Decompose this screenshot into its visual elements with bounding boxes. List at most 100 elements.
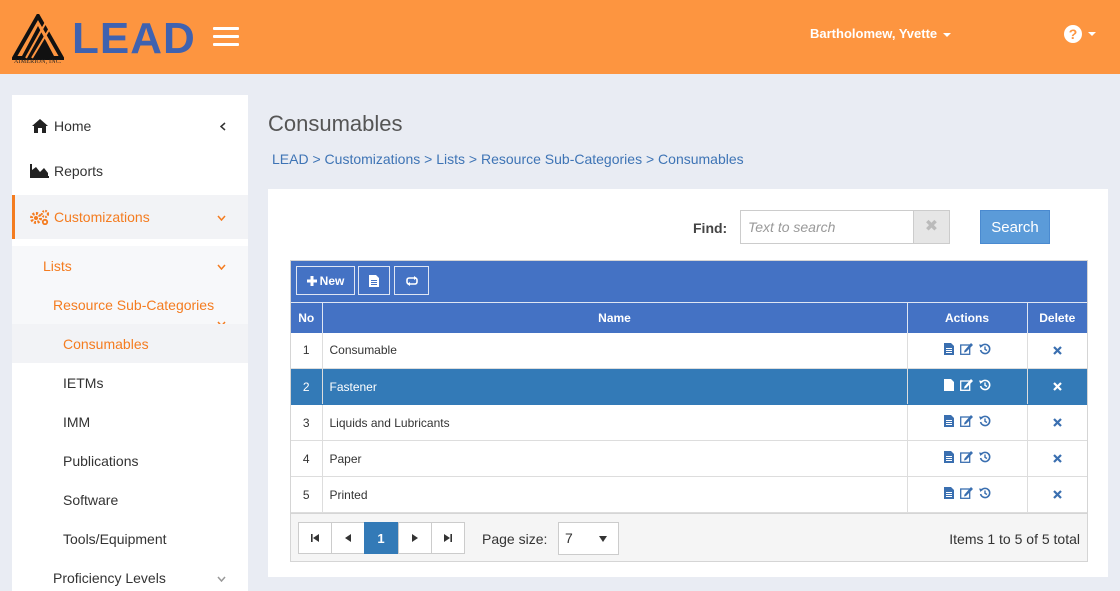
refresh-button[interactable] <box>394 266 429 295</box>
caret-down-icon <box>943 32 952 37</box>
menu-toggle-icon[interactable] <box>213 27 239 47</box>
delete-icon[interactable] <box>1052 344 1062 358</box>
next-page-button[interactable] <box>398 522 432 554</box>
sidebar-item-resource-sub-categories[interactable]: Resource Sub-Categories <box>12 285 248 327</box>
export-button[interactable] <box>358 266 390 295</box>
delete-icon[interactable] <box>1052 488 1062 502</box>
sidebar-item-label: IMM <box>63 413 91 430</box>
row-delete <box>1027 368 1087 405</box>
breadcrumb-link-lists[interactable]: Lists <box>436 151 465 167</box>
page-size-value: 7 <box>565 530 573 546</box>
history-icon[interactable] <box>978 415 991 430</box>
sidebar-item-label: Publications <box>63 452 139 469</box>
sidebar-item-ietms[interactable]: IETMs <box>12 363 248 402</box>
sidebar-item-software[interactable]: Software <box>12 480 248 519</box>
app-logo[interactable]: AIMERION, INC. LEAD <box>12 14 196 68</box>
page-size-select[interactable]: 7 <box>558 522 619 555</box>
last-page-button[interactable] <box>431 522 465 554</box>
edit-icon[interactable] <box>959 342 973 358</box>
sidebar-item-lists[interactable]: Lists <box>12 246 248 285</box>
table-row[interactable]: 4 Paper <box>291 440 1087 477</box>
row-delete <box>1027 476 1087 513</box>
new-button[interactable]: New <box>296 266 355 295</box>
table-row[interactable]: 3 Liquids and Lubricants <box>291 404 1087 441</box>
row-number: 2 <box>291 368 323 405</box>
breadcrumb-link-customizations[interactable]: Customizations <box>325 151 421 167</box>
edit-icon[interactable] <box>959 487 973 502</box>
breadcrumb-separator: > <box>420 151 437 167</box>
area-chart-icon <box>30 164 50 178</box>
help-menu[interactable]: ? <box>1064 25 1096 43</box>
row-delete <box>1027 440 1087 477</box>
view-details-icon[interactable] <box>943 342 954 358</box>
delete-icon[interactable] <box>1052 452 1062 466</box>
next-page-icon <box>412 534 418 542</box>
prev-page-icon <box>345 534 351 542</box>
first-page-button[interactable] <box>298 522 332 554</box>
breadcrumb-separator: > <box>308 151 325 167</box>
user-menu[interactable]: Bartholomew, Yvette <box>810 26 952 41</box>
page-number-button[interactable]: 1 <box>364 522 398 554</box>
breadcrumb-current[interactable]: Consumables <box>658 151 744 167</box>
first-page-icon <box>311 534 319 542</box>
column-header-no[interactable]: No <box>291 302 323 333</box>
find-label: Find: <box>693 220 728 236</box>
logo-company-name: AIMERION, INC. <box>14 59 62 65</box>
row-actions <box>907 404 1028 441</box>
column-header-name[interactable]: Name <box>322 302 908 333</box>
home-icon <box>30 119 50 133</box>
grid-pager: 1 Page size: 7 Items 1 to 5 of 5 total <box>291 513 1087 561</box>
question-circle-icon: ? <box>1064 25 1082 43</box>
page-size-label: Page size: <box>482 531 548 547</box>
view-details-icon[interactable] <box>943 415 954 430</box>
breadcrumb-link-lead[interactable]: LEAD <box>272 151 309 167</box>
sidebar-item-label: Reports <box>54 163 104 179</box>
sidebar-item-publications[interactable]: Publications <box>12 441 248 480</box>
logo-wordmark: LEAD <box>72 14 196 63</box>
history-icon[interactable] <box>978 487 991 502</box>
caret-down-icon <box>1088 32 1096 36</box>
chevron-left-icon <box>220 122 226 131</box>
row-number: 1 <box>291 332 323 369</box>
sidebar-item-imm[interactable]: IMM <box>12 402 248 441</box>
breadcrumb-link-resource-sub-categories[interactable]: Resource Sub-Categories <box>481 151 642 167</box>
column-header-delete: Delete <box>1027 302 1087 333</box>
search-input[interactable] <box>740 210 914 244</box>
row-actions <box>907 368 1028 405</box>
row-actions <box>907 440 1028 477</box>
row-delete <box>1027 332 1087 369</box>
pager-info: Items 1 to 5 of 5 total <box>949 531 1080 547</box>
sidebar-item-proficiency-levels[interactable]: Proficiency Levels <box>12 558 248 591</box>
view-details-icon[interactable] <box>943 379 954 394</box>
sidebar-item-reports[interactable]: Reports <box>12 149 248 193</box>
edit-icon[interactable] <box>959 451 973 466</box>
table-row[interactable]: 5 Printed <box>291 476 1087 513</box>
prev-page-button[interactable] <box>331 522 365 554</box>
view-details-icon[interactable] <box>943 451 954 466</box>
search-button[interactable]: Search <box>980 210 1050 244</box>
delete-icon[interactable] <box>1052 380 1062 394</box>
history-icon[interactable] <box>978 451 991 466</box>
column-header-actions: Actions <box>907 302 1028 333</box>
chevron-down-icon <box>217 215 226 221</box>
sidebar-item-label: Proficiency Levels <box>53 569 166 586</box>
sidebar-item-home[interactable]: Home <box>12 104 248 148</box>
breadcrumb-separator: > <box>642 151 659 167</box>
view-details-icon[interactable] <box>943 487 954 502</box>
edit-icon[interactable] <box>959 379 973 394</box>
sidebar-item-consumables[interactable]: Consumables <box>12 324 248 363</box>
top-header: AIMERION, INC. LEAD Bartholomew, Yvette … <box>0 0 1120 74</box>
clear-search-button[interactable]: ✖ <box>913 210 950 244</box>
table-row[interactable]: 1 Consumable <box>291 332 1087 369</box>
refresh-icon <box>405 275 418 286</box>
sidebar-item-label: IETMs <box>63 374 104 391</box>
sidebar-item-customizations[interactable]: Customizations <box>12 195 248 239</box>
sidebar-item-tools-equipment[interactable]: Tools/Equipment <box>12 519 248 558</box>
sidebar-item-label: Resource Sub-Categories <box>53 296 215 313</box>
history-icon[interactable] <box>978 379 991 394</box>
sidebar-item-label: Consumables <box>63 335 149 352</box>
edit-icon[interactable] <box>959 415 973 430</box>
delete-icon[interactable] <box>1052 416 1062 430</box>
history-icon[interactable] <box>978 343 991 358</box>
table-row[interactable]: 2 Fastener <box>291 368 1087 405</box>
